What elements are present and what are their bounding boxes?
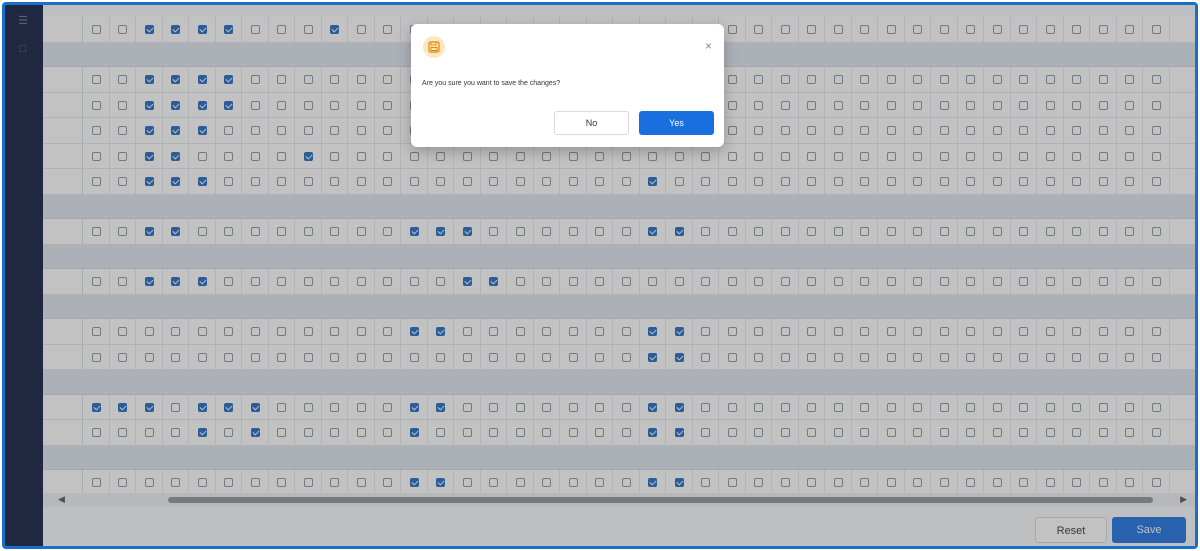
save-icon: [423, 36, 445, 58]
no-button[interactable]: No: [554, 111, 629, 135]
confirm-save-dialog: × Are you sure you want to save the chan…: [411, 24, 724, 147]
yes-button[interactable]: Yes: [639, 111, 714, 135]
app-window: ☰ □ ◀ ▶ Reset Save × Are you sure you wa…: [2, 2, 1198, 549]
dialog-message: Are you sure you want to save the change…: [422, 80, 561, 87]
close-icon[interactable]: ×: [705, 40, 712, 52]
